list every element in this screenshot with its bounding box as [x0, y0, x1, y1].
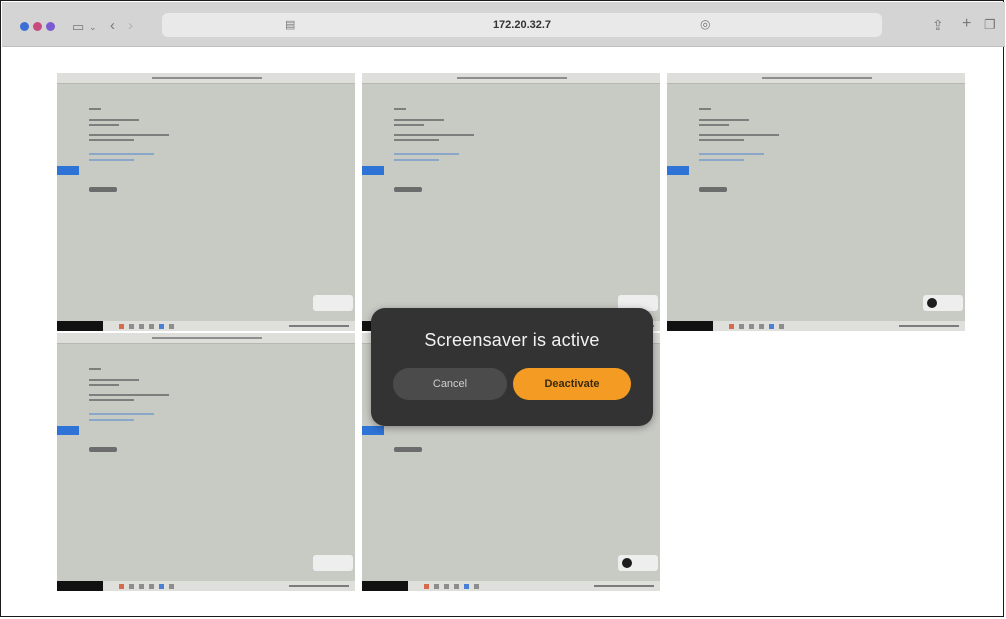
thumbnail-text: [89, 139, 134, 141]
dialog-title: Screensaver is active: [424, 330, 600, 350]
thumbnail-text: [394, 134, 474, 136]
browser-toolbar: ▭ ⌄ ‹ › ▤ 172.20.32.7 ◎ ⇪ + ❐: [2, 2, 1005, 47]
address-bar[interactable]: ▤ 172.20.32.7 ◎: [162, 13, 882, 37]
thumbnail-taskbar: [362, 581, 660, 591]
desktop-thumbnail[interactable]: [57, 333, 355, 591]
desktop-thumbnail[interactable]: [362, 73, 660, 331]
thumbnail-selection: [362, 426, 384, 435]
thumbnail-notification: [313, 555, 353, 571]
chevron-right-icon[interactable]: ›: [128, 18, 133, 33]
thumbnail-text: [394, 139, 439, 141]
thumbnail-text: [89, 108, 101, 110]
thumbnail-text: [394, 153, 459, 155]
cancel-button[interactable]: Cancel: [393, 368, 507, 400]
thumbnail-text: [89, 379, 139, 381]
thumbnail-taskbar: [667, 321, 965, 331]
thumbnail-text: [89, 413, 154, 415]
thumbnail-text: [89, 368, 101, 370]
window-dot-2[interactable]: [33, 22, 42, 31]
thumbnail-text: [89, 159, 134, 161]
sidebar-icon[interactable]: ▭: [72, 20, 84, 34]
window-dot-1[interactable]: [20, 22, 29, 31]
tabs-icon[interactable]: ❐: [984, 18, 996, 32]
thumbnail-text: [699, 153, 764, 155]
thumbnail-text: [699, 119, 749, 121]
thumbnail-text: [89, 124, 119, 126]
thumbnail-text: [699, 134, 779, 136]
thumbnail-taskbar: [57, 581, 355, 591]
thumbnail-text: [699, 124, 729, 126]
thumbnail-text: [394, 119, 444, 121]
thumbnail-button: [394, 447, 422, 452]
thumbnail-text: [89, 153, 154, 155]
thumbnail-button: [89, 447, 117, 452]
thumbnail-selection: [57, 426, 79, 435]
plus-icon[interactable]: +: [962, 16, 971, 32]
thumbnail-button: [394, 187, 422, 192]
address-bar-text: 172.20.32.7: [492, 19, 552, 31]
thumbnail-taskbar: [57, 321, 355, 331]
thumbnail-text: [89, 399, 134, 401]
thumbnail-notification: [923, 295, 963, 311]
share-icon[interactable]: ⇪: [932, 18, 944, 32]
thumbnail-text: [89, 134, 169, 136]
thumbnail-topbar: [362, 73, 660, 84]
thumbnail-text: [89, 384, 119, 386]
lock-icon: ◎: [700, 17, 711, 31]
desktop-thumbnail[interactable]: [667, 73, 965, 331]
thumbnail-text: [699, 159, 744, 161]
thumbnail-notification: [618, 555, 658, 571]
thumbnail-topbar: [57, 73, 355, 84]
thumbnail-text: [89, 394, 169, 396]
thumbnail-notification: [313, 295, 353, 311]
desktop-thumbnail[interactable]: [57, 73, 355, 331]
thumbnail-button: [89, 187, 117, 192]
thumbnail-text: [394, 159, 439, 161]
deactivate-button[interactable]: Deactivate: [513, 368, 631, 400]
thumbnail-text: [89, 119, 139, 121]
thumbnail-text: [394, 124, 424, 126]
thumbnail-topbar: [57, 333, 355, 344]
thumbnail-selection: [57, 166, 79, 175]
thumbnail-text: [699, 108, 711, 110]
thumbnail-topbar: [667, 73, 965, 84]
thumbnail-selection: [362, 166, 384, 175]
chevron-left-icon[interactable]: ‹: [110, 18, 115, 33]
thumbnail-text: [394, 108, 406, 110]
chevron-down-icon[interactable]: ⌄: [89, 20, 97, 34]
window-dot-3[interactable]: [46, 22, 55, 31]
thumbnail-text: [699, 139, 744, 141]
screensaver-dialog: Screensaver is active Cancel Deactivate: [371, 308, 653, 426]
thumbnail-text: [89, 419, 134, 421]
thumbnail-selection: [667, 166, 689, 175]
thumbnail-button: [699, 187, 727, 192]
